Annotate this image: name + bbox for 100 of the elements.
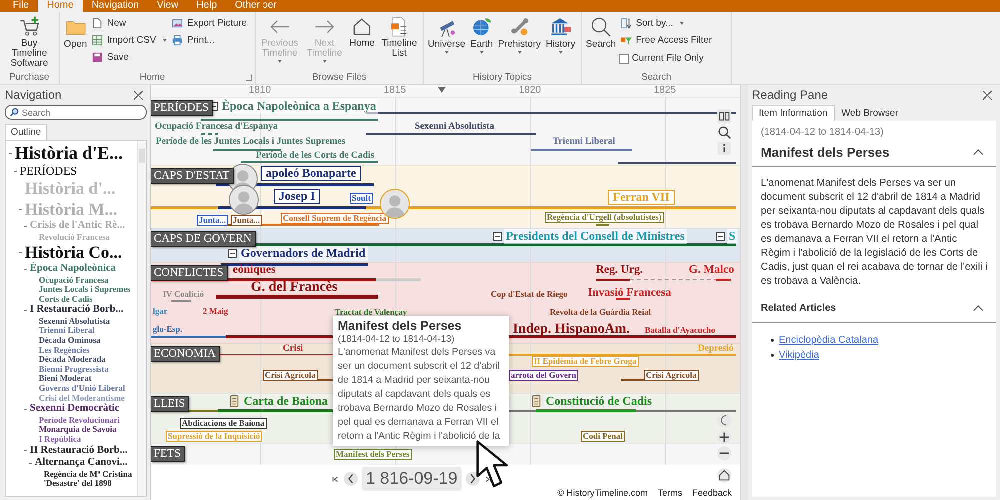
timeline-event[interactable]: Invasió Francesa xyxy=(586,286,674,301)
timeline-event[interactable]: Codi Penal xyxy=(581,431,625,442)
collapse-icon[interactable] xyxy=(716,232,725,242)
outline-item[interactable]: 'Desastre' del 1898 xyxy=(40,479,112,489)
footer-link[interactable]: Terms xyxy=(658,487,682,499)
timeline-event[interactable]: Soult xyxy=(350,193,373,204)
collapse-icon[interactable] xyxy=(228,249,237,258)
outline-item[interactable]: Regència de Mª Cristina xyxy=(40,470,132,480)
outline-item[interactable]: Època Napoleònica xyxy=(30,263,116,276)
outline-item[interactable]: II Restauració Borb... xyxy=(30,444,128,457)
outline-item[interactable]: Sexenni Absolutista xyxy=(35,316,110,326)
dialog-launcher-icon[interactable] xyxy=(246,75,252,81)
timeline-event[interactable]: Junta... xyxy=(197,215,228,226)
free-access-filter-button[interactable]: Free Access Filter xyxy=(619,33,714,48)
article-link[interactable]: Vikipèdia xyxy=(779,348,820,363)
sort-by-button[interactable]: Sort by... xyxy=(619,16,686,31)
timeline-event[interactable]: arrota del Govern xyxy=(509,370,578,382)
outline-item[interactable]: PERÍODES xyxy=(20,164,78,178)
scrollbar[interactable] xyxy=(137,141,146,496)
outline-item[interactable]: I República xyxy=(35,434,82,444)
next-icon[interactable] xyxy=(466,472,480,486)
timeline-event[interactable]: Reg. Urg. xyxy=(594,263,645,278)
open-button[interactable]: Open xyxy=(62,14,90,72)
timeline-event[interactable]: Governadors de Madrid xyxy=(239,246,368,262)
zoom-out-icon[interactable] xyxy=(717,446,732,461)
timeline-event[interactable]: Presidents del Consell de Ministres xyxy=(504,229,687,244)
timeline-event[interactable]: Josep I xyxy=(274,189,320,204)
footer-link[interactable]: Feedback xyxy=(692,487,732,499)
zoom-in-icon[interactable] xyxy=(717,430,732,445)
export-picture-button[interactable]: Export Picture xyxy=(170,16,253,31)
timeline-event[interactable]: glo-Esp. xyxy=(151,324,185,336)
ribbon-tab[interactable]: Home xyxy=(38,0,83,12)
timeline-event[interactable]: Batalla d'Ayacucho xyxy=(643,325,718,336)
topic-button[interactable]: History xyxy=(544,14,578,72)
timeline-event[interactable]: Cop d'Estat de Riego xyxy=(489,289,570,300)
topic-button[interactable]: Prehistory xyxy=(496,14,543,72)
outline-item[interactable]: Història d'E... xyxy=(15,142,124,164)
home-icon[interactable] xyxy=(717,468,732,483)
outline-item[interactable]: Bienni Progressista xyxy=(35,364,109,374)
browse-button[interactable]: Home xyxy=(348,14,377,72)
outline-item[interactable]: Bieni Moderat xyxy=(35,374,92,384)
timeline-event[interactable]: Regència d'Urgell (absolutistes) xyxy=(545,212,664,224)
ribbon-tab[interactable]: Other ɔer xyxy=(226,0,286,12)
ribbon-tab[interactable]: Help xyxy=(188,0,226,12)
moon-icon[interactable] xyxy=(717,413,732,428)
outline-item[interactable]: Les Regències xyxy=(35,346,90,356)
timeline-event[interactable]: Constitució de Cadis xyxy=(544,394,654,410)
close-icon[interactable] xyxy=(983,90,992,100)
timeline-event[interactable]: apoleó Bonaparte xyxy=(261,166,362,182)
timeline-event[interactable]: eòniques xyxy=(231,263,278,278)
outline-item[interactable]: Sexenni Democràtic xyxy=(30,403,120,416)
ribbon-tab[interactable]: Navigation xyxy=(82,0,148,12)
timeline-event[interactable]: 2 Maig xyxy=(201,306,230,318)
article-link[interactable]: Enciclopèdia Catalana xyxy=(779,333,879,348)
outline-item[interactable]: Història Co... xyxy=(25,242,122,264)
outline-item[interactable]: Ocupació Francesa xyxy=(35,276,109,286)
first-icon[interactable] xyxy=(331,474,340,484)
ribbon-tab[interactable]: File xyxy=(4,0,38,12)
previous-icon[interactable] xyxy=(344,472,358,486)
import-csv-button[interactable]: Import CSV xyxy=(90,33,170,48)
timeline-event[interactable]: Revolta de la Guàrdia Reial xyxy=(548,307,654,318)
outline-item[interactable]: Governs d'Unió Liberal xyxy=(35,384,126,394)
outline-item[interactable]: Alternança Canovi... xyxy=(35,457,128,470)
outline-item[interactable]: Trienni Liberal xyxy=(35,326,95,336)
position-marker-icon[interactable] xyxy=(438,87,446,93)
timeline-event[interactable]: Carta de Baiona xyxy=(242,394,330,410)
timeline-event[interactable]: Crisi xyxy=(281,343,306,356)
timeline-event[interactable]: Sexenni Absolutista xyxy=(413,121,496,134)
timeline-event[interactable]: S xyxy=(727,229,738,244)
timeline-event[interactable]: G. Malco xyxy=(687,263,736,278)
search-field[interactable]: Search xyxy=(5,105,147,120)
outline-item[interactable]: Període Revolucionari xyxy=(35,416,120,426)
timeline-event[interactable]: Crisi Agrícola xyxy=(263,370,318,382)
close-icon[interactable] xyxy=(134,90,143,100)
timeline-event[interactable]: lgar xyxy=(151,306,170,318)
timeline-event[interactable]: Ocupació Francesa d'Espanya xyxy=(153,121,280,134)
ribbon-tab[interactable]: View xyxy=(148,0,188,12)
outline-item[interactable]: I Restauració Borb... xyxy=(30,304,124,317)
topic-button[interactable]: Earth xyxy=(468,14,496,72)
outline-item[interactable]: Monarquia de Savoia xyxy=(35,425,117,435)
save-button[interactable]: Save xyxy=(90,50,131,65)
timeline-event[interactable]: Crisi Agrícola xyxy=(644,370,699,382)
browse-button[interactable]: Timeline List xyxy=(378,14,421,72)
timeline-event[interactable]: Junta... xyxy=(231,215,262,226)
topic-button[interactable]: Universe xyxy=(426,14,468,72)
outline-item[interactable]: Corts de Cadis xyxy=(35,294,93,304)
search-icon[interactable] xyxy=(717,125,732,140)
timeline-event[interactable]: Consell Suprem de Regència xyxy=(281,213,388,224)
outline-item[interactable]: Juntes Locals i Supremes xyxy=(35,285,131,295)
timeline-event[interactable]: Tractat de Valençay xyxy=(333,307,410,318)
timeline-event[interactable]: Període de les Corts de Cadis xyxy=(254,150,376,162)
outline-item[interactable]: Dècada Ominosa xyxy=(35,336,101,346)
timeline-event[interactable]: Trienni Liberal xyxy=(551,136,618,148)
timeline-event[interactable]: Època Napoleònica a Espanya xyxy=(220,99,378,114)
search-button[interactable]: Search xyxy=(584,14,618,72)
timeline-event[interactable]: Abdicacions de Baiona xyxy=(180,418,267,430)
collapse-icon[interactable] xyxy=(493,232,502,242)
timeline-event[interactable]: Període de les Juntes Locals i Juntes Supremes xyxy=(154,136,348,148)
timeline-event[interactable]: Manifest dels Perses xyxy=(334,449,412,460)
buy-software-button[interactable]: Buy Timeline Software xyxy=(2,14,57,72)
